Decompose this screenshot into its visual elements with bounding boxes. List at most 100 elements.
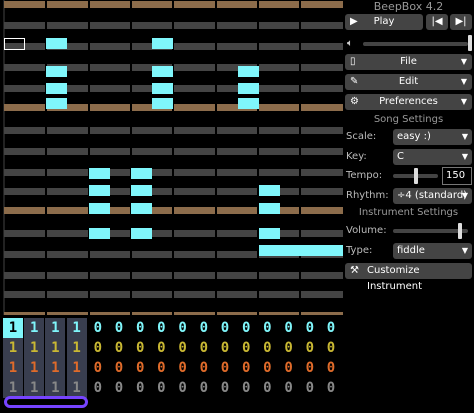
- pattern-cell[interactable]: 0: [321, 338, 341, 358]
- preferences-menu[interactable]: ⚙ Preferences ▼: [345, 94, 472, 110]
- instrument-type-select[interactable]: fiddle ▼: [393, 243, 472, 259]
- pattern-cell[interactable]: 0: [151, 378, 171, 398]
- pattern-cell[interactable]: 1: [45, 378, 66, 398]
- pattern-grid[interactable]: 1111000000000000111100000000000011110000…: [0, 318, 343, 398]
- pattern-cell[interactable]: 0: [215, 378, 235, 398]
- note-block[interactable]: [259, 245, 280, 256]
- note-block[interactable]: [46, 38, 67, 49]
- pattern-cell[interactable]: 0: [321, 318, 341, 338]
- file-menu[interactable]: ▯ File ▼: [345, 54, 472, 70]
- note-block[interactable]: [89, 168, 110, 179]
- pattern-cell[interactable]: 0: [88, 358, 108, 378]
- pattern-cell[interactable]: 1: [24, 358, 45, 378]
- pattern-cell[interactable]: 0: [151, 338, 171, 358]
- prev-bar-button[interactable]: |◀: [426, 14, 448, 30]
- pattern-cell[interactable]: 0: [88, 318, 108, 338]
- pattern-cell[interactable]: 1: [3, 318, 23, 338]
- next-bar-button[interactable]: ▶|: [450, 14, 472, 30]
- instrument-volume-track[interactable]: [393, 229, 468, 233]
- note-block[interactable]: [280, 245, 301, 256]
- note-block[interactable]: [89, 203, 110, 214]
- pattern-cell[interactable]: 0: [130, 318, 150, 338]
- pattern-cell[interactable]: 0: [321, 358, 341, 378]
- pattern-cell[interactable]: 1: [24, 338, 45, 358]
- pattern-cell[interactable]: 1: [45, 318, 66, 338]
- note-block[interactable]: [322, 245, 343, 256]
- note-block[interactable]: [259, 185, 280, 196]
- note-block[interactable]: [89, 228, 110, 239]
- tempo-slider-knob[interactable]: [414, 168, 418, 184]
- pattern-cell[interactable]: 0: [321, 378, 341, 398]
- pattern-cell[interactable]: 0: [236, 318, 256, 338]
- pattern-cell[interactable]: 0: [130, 358, 150, 378]
- pattern-cell[interactable]: 0: [279, 318, 299, 338]
- pattern-cell[interactable]: 0: [194, 358, 214, 378]
- note-block[interactable]: [152, 98, 173, 109]
- pattern-cell[interactable]: 1: [3, 378, 23, 398]
- customize-instrument-button[interactable]: ⚒ Customize Instrument: [345, 263, 472, 292]
- play-button[interactable]: ▶ Play: [345, 14, 423, 30]
- pattern-cell[interactable]: 0: [173, 358, 193, 378]
- pattern-cell[interactable]: 0: [88, 378, 108, 398]
- note-block[interactable]: [152, 38, 173, 49]
- pattern-cell[interactable]: 1: [66, 378, 87, 398]
- piano-roll[interactable]: [0, 0, 343, 315]
- pattern-cell[interactable]: 0: [279, 378, 299, 398]
- pattern-cell[interactable]: 0: [300, 378, 320, 398]
- pattern-cell[interactable]: 1: [24, 378, 45, 398]
- pattern-cell[interactable]: 0: [215, 358, 235, 378]
- pattern-cell[interactable]: 0: [130, 378, 150, 398]
- pattern-cell[interactable]: 0: [236, 338, 256, 358]
- pattern-cell[interactable]: 0: [300, 318, 320, 338]
- pattern-cell[interactable]: 1: [66, 318, 87, 338]
- note-block[interactable]: [152, 83, 173, 94]
- master-volume-track[interactable]: [363, 42, 468, 46]
- pattern-cell[interactable]: 0: [173, 338, 193, 358]
- pattern-cell[interactable]: 0: [88, 338, 108, 358]
- pattern-cell[interactable]: 1: [3, 358, 23, 378]
- pattern-cell[interactable]: 0: [194, 318, 214, 338]
- pattern-cell[interactable]: 0: [109, 358, 129, 378]
- instrument-volume-knob[interactable]: [458, 223, 462, 239]
- pattern-cell[interactable]: 0: [173, 378, 193, 398]
- loop-selector[interactable]: [4, 396, 88, 408]
- note-block[interactable]: [46, 83, 67, 94]
- pattern-cell[interactable]: 1: [24, 318, 45, 338]
- note-block[interactable]: [301, 245, 322, 256]
- pattern-cell[interactable]: 1: [3, 338, 23, 358]
- note-block[interactable]: [89, 185, 110, 196]
- note-block[interactable]: [131, 228, 152, 239]
- pattern-cell[interactable]: 0: [257, 338, 277, 358]
- pattern-cell[interactable]: 1: [45, 338, 66, 358]
- note-block[interactable]: [46, 98, 67, 109]
- pattern-cell[interactable]: 0: [257, 358, 277, 378]
- pattern-cell[interactable]: 0: [215, 338, 235, 358]
- rhythm-select[interactable]: ÷4 (standard) ▼: [393, 188, 472, 204]
- key-select[interactable]: C ▼: [393, 149, 472, 165]
- pattern-cell[interactable]: 0: [109, 378, 129, 398]
- pattern-cell[interactable]: 0: [279, 358, 299, 378]
- pattern-cell[interactable]: 0: [151, 318, 171, 338]
- note-block[interactable]: [259, 228, 280, 239]
- pattern-cell[interactable]: 0: [257, 378, 277, 398]
- pattern-cell[interactable]: 0: [194, 338, 214, 358]
- pattern-cell[interactable]: 0: [194, 378, 214, 398]
- master-volume-knob[interactable]: [468, 35, 472, 51]
- pattern-cell[interactable]: 0: [215, 318, 235, 338]
- note-block[interactable]: [238, 98, 259, 109]
- scale-select[interactable]: easy :) ▼: [393, 129, 472, 145]
- edit-menu[interactable]: ✎ Edit ▼: [345, 74, 472, 90]
- pattern-cell[interactable]: 1: [66, 338, 87, 358]
- pattern-cell[interactable]: 0: [109, 338, 129, 358]
- note-block[interactable]: [238, 66, 259, 77]
- note-block[interactable]: [152, 66, 173, 77]
- pattern-cell[interactable]: 0: [257, 318, 277, 338]
- pattern-cell[interactable]: 0: [151, 358, 171, 378]
- pattern-cell[interactable]: 0: [173, 318, 193, 338]
- pattern-cell[interactable]: 1: [66, 358, 87, 378]
- pattern-cell[interactable]: 0: [236, 378, 256, 398]
- pattern-cell[interactable]: 0: [109, 318, 129, 338]
- pattern-cell[interactable]: 0: [300, 338, 320, 358]
- note-block[interactable]: [46, 66, 67, 77]
- note-block[interactable]: [238, 83, 259, 94]
